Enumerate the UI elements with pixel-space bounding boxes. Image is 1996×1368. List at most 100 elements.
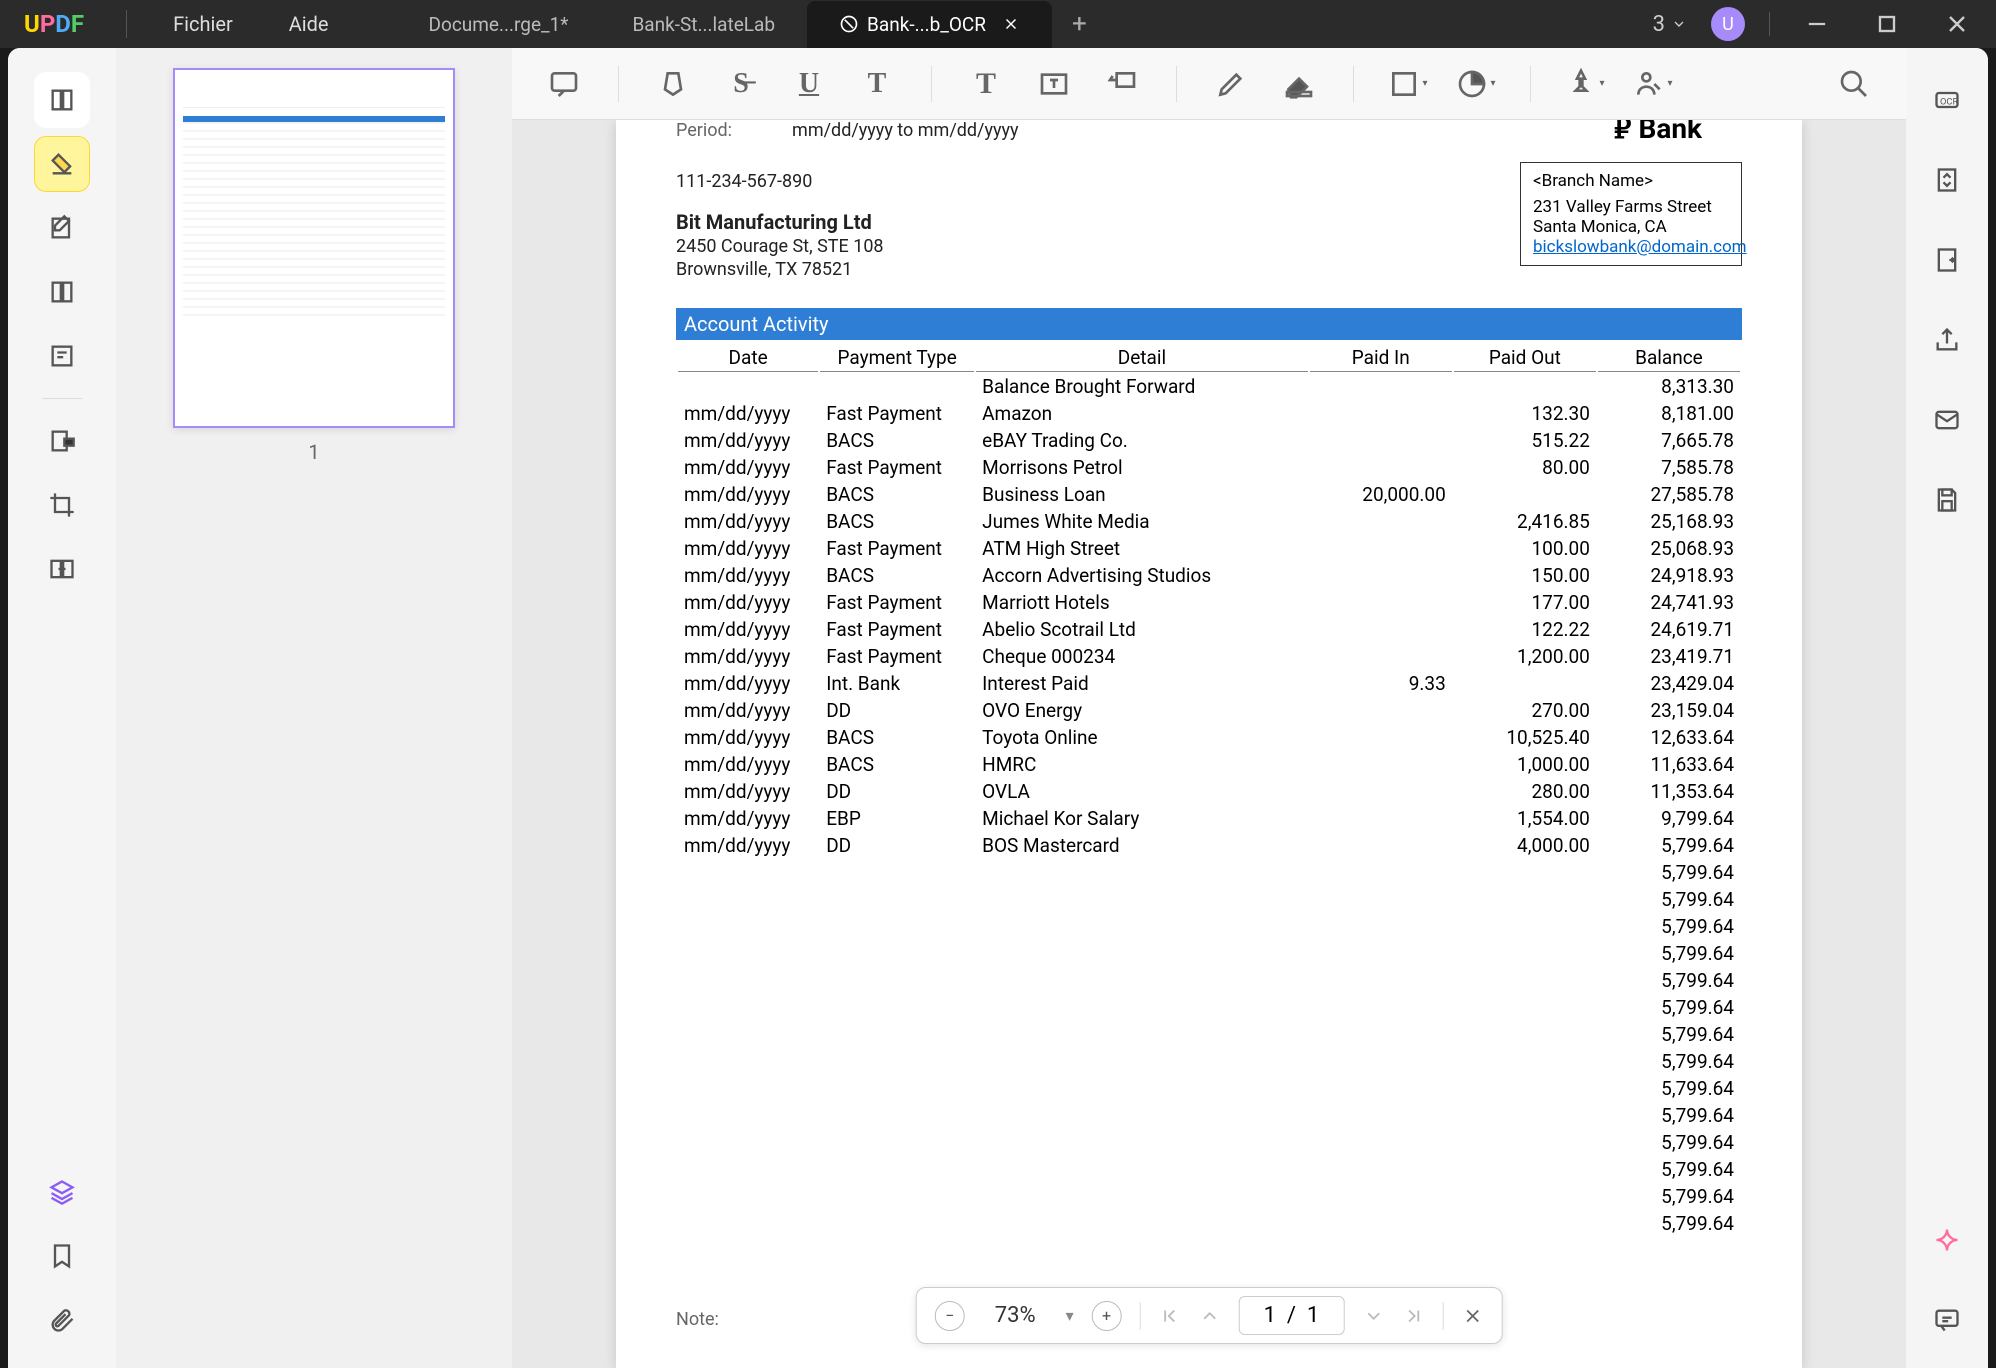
- redact-tool[interactable]: [34, 413, 90, 469]
- zoom-out-button[interactable]: −: [935, 1301, 965, 1331]
- table-row: 5,799.64: [678, 914, 1740, 939]
- thumbnail-preview: [183, 78, 445, 322]
- branch-info-box: <Branch Name> 231 Valley Farms Street Sa…: [1520, 162, 1742, 266]
- table-row: mm/dd/yyyyBACSBusiness Loan20,000.0027,5…: [678, 482, 1740, 507]
- save-tool[interactable]: [1919, 472, 1975, 528]
- crop-icon: [48, 491, 76, 519]
- page-indicator[interactable]: 1 / 1: [1239, 1296, 1345, 1335]
- compare-tool[interactable]: [34, 541, 90, 597]
- text-tool[interactable]: T: [964, 62, 1008, 106]
- table-row: mm/dd/yyyyBACSToyota Online10,525.4012,6…: [678, 725, 1740, 750]
- ocr-tool[interactable]: OCR: [1919, 72, 1975, 128]
- col-type: Payment Type: [820, 344, 974, 372]
- divider: [42, 398, 82, 399]
- svg-text:OCR: OCR: [1940, 97, 1958, 108]
- last-page-icon[interactable]: [1402, 1305, 1424, 1327]
- highlighter-tool[interactable]: [651, 62, 695, 106]
- bookmark-tool[interactable]: [34, 1228, 90, 1284]
- divider: [618, 66, 619, 102]
- left-toolbar: [8, 48, 116, 1368]
- divider: [1769, 12, 1770, 36]
- eraser-tool[interactable]: [1277, 62, 1321, 106]
- crop-tool[interactable]: [34, 477, 90, 533]
- comment-tool[interactable]: [542, 62, 586, 106]
- share-tool[interactable]: [1919, 312, 1975, 368]
- document-viewport[interactable]: Period:mm/dd/yyyy to mm/dd/yyyy 111-234-…: [512, 120, 1906, 1368]
- table-row: mm/dd/yyyyFast PaymentMarriott Hotels177…: [678, 590, 1740, 615]
- chevron-down-icon: [1671, 16, 1687, 32]
- menu-file[interactable]: Fichier: [145, 12, 261, 36]
- attachment-tool[interactable]: [34, 1292, 90, 1348]
- activity-section-header: Account Activity: [676, 308, 1742, 340]
- table-row: 5,799.64: [678, 1049, 1740, 1074]
- close-tab-icon[interactable]: [1002, 15, 1020, 33]
- zoom-in-button[interactable]: +: [1092, 1301, 1122, 1331]
- comment-icon: [548, 68, 580, 100]
- table-row: 5,799.64: [678, 1157, 1740, 1182]
- callout-tool[interactable]: [1100, 62, 1144, 106]
- prev-page-icon[interactable]: [1199, 1305, 1221, 1327]
- table-row: mm/dd/yyyyInt. BankInterest Paid9.3323,4…: [678, 671, 1740, 696]
- table-row: 5,799.64: [678, 968, 1740, 993]
- cloud-sync-count[interactable]: 3: [1653, 12, 1687, 37]
- edit-text-tool[interactable]: [34, 200, 90, 256]
- table-row: mm/dd/yyyyFast PaymentAmazon132.308,181.…: [678, 401, 1740, 426]
- signature-tool[interactable]: ▾: [1631, 62, 1675, 106]
- ai-tool[interactable]: [1919, 1212, 1975, 1268]
- table-row: mm/dd/yyyyFast PaymentATM High Street100…: [678, 536, 1740, 561]
- add-tab-button[interactable]: +: [1052, 9, 1107, 39]
- search-button[interactable]: [1832, 62, 1876, 106]
- underline-tool[interactable]: U: [787, 62, 831, 106]
- titlebar-controls: 3 U: [1653, 4, 1996, 44]
- activity-table: Date Payment Type Detail Paid In Paid Ou…: [676, 342, 1742, 1238]
- shape-tool[interactable]: ▾: [1386, 62, 1430, 106]
- first-page-icon[interactable]: [1159, 1305, 1181, 1327]
- minimize-button[interactable]: [1794, 4, 1840, 44]
- close-window-button[interactable]: [1934, 4, 1980, 44]
- menu-help[interactable]: Aide: [261, 12, 357, 36]
- pages-icon: [48, 278, 76, 306]
- maximize-button[interactable]: [1864, 4, 1910, 44]
- tab-document-1[interactable]: Docume...rge_1*: [397, 1, 601, 48]
- divider: [931, 66, 932, 102]
- squiggly-tool[interactable]: T: [855, 62, 899, 106]
- divider: [1176, 66, 1177, 102]
- col-paid-in: Paid In: [1310, 344, 1452, 372]
- stamp-tool[interactable]: ▾: [1563, 62, 1607, 106]
- layers-tool[interactable]: [34, 1164, 90, 1220]
- tab-bar: Docume...rge_1* Bank-St...lateLab Bank-.…: [397, 1, 1653, 48]
- next-page-icon[interactable]: [1362, 1305, 1384, 1327]
- form-tool[interactable]: [34, 328, 90, 384]
- edit-disabled-icon: [839, 14, 859, 34]
- sticker-tool[interactable]: ▾: [1454, 62, 1498, 106]
- strikethrough-tool[interactable]: S̶: [719, 62, 763, 106]
- textbox-tool[interactable]: [1032, 62, 1076, 106]
- tab-document-3[interactable]: Bank-...b_OCR: [807, 1, 1052, 48]
- pencil-page-icon: [48, 214, 76, 242]
- table-row: 5,799.64: [678, 1103, 1740, 1128]
- feedback-tool[interactable]: [1919, 1292, 1975, 1348]
- address-line-2: Brownsville, TX 78521: [676, 259, 1019, 280]
- pin-icon: [1565, 68, 1597, 100]
- bookmark-icon: [48, 1242, 76, 1270]
- textbox-icon: [1038, 68, 1070, 100]
- export-icon: [1933, 246, 1961, 274]
- organize-pages-tool[interactable]: [34, 264, 90, 320]
- close-bar-icon[interactable]: [1461, 1305, 1483, 1327]
- branch-email-link[interactable]: bickslowbank@domain.com: [1533, 237, 1747, 257]
- export-tool[interactable]: [1919, 232, 1975, 288]
- reader-tool[interactable]: [34, 72, 90, 128]
- right-toolbar: OCR: [1906, 48, 1988, 1368]
- page-thumbnail-1[interactable]: [173, 68, 455, 428]
- tab-document-2[interactable]: Bank-St...lateLab: [600, 1, 807, 48]
- form-icon: [48, 342, 76, 370]
- highlight-tool[interactable]: [34, 136, 90, 192]
- table-row: 5,799.64: [678, 860, 1740, 885]
- convert-tool[interactable]: [1919, 152, 1975, 208]
- zoom-dropdown[interactable]: ▾: [1066, 1306, 1074, 1325]
- pencil-tool[interactable]: [1209, 62, 1253, 106]
- user-avatar[interactable]: U: [1711, 7, 1745, 41]
- email-tool[interactable]: [1919, 392, 1975, 448]
- branch-name: <Branch Name>: [1533, 171, 1729, 191]
- phone-number: 111-234-567-890: [676, 171, 1019, 192]
